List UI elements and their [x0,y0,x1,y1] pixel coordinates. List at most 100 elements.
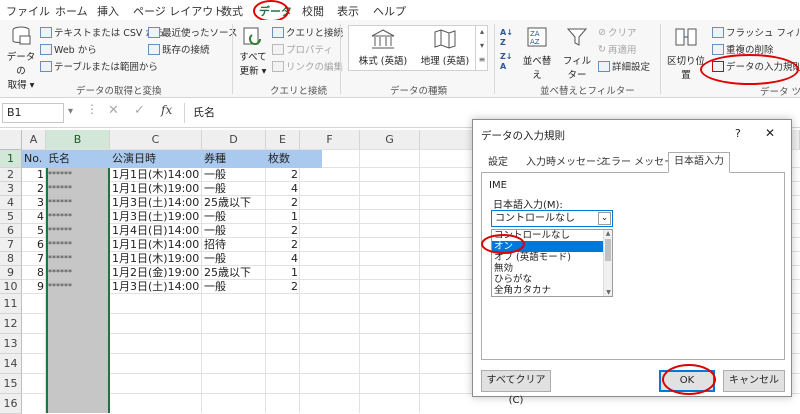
name-box-dropdown-icon[interactable]: ▾ [68,106,73,117]
cell[interactable]: 1月3日(土)14:00 [112,196,200,210]
cell[interactable]: 2 [268,168,298,182]
column-header[interactable]: A [22,130,46,150]
get-data-button[interactable]: データの 取得 ▾ [6,26,36,91]
cell[interactable]: 一般 [204,210,264,224]
column-header[interactable]: F [300,130,360,150]
cell[interactable]: 6 [24,238,44,252]
properties-button[interactable]: プロパティ [272,42,333,56]
queries-connections-button[interactable]: クエリと接続 [272,25,343,39]
clear-filter-button[interactable]: ⊘ クリア [598,25,636,40]
row-header[interactable]: 8 [0,252,22,266]
cell[interactable]: 一般 [204,168,264,182]
cell[interactable]: 1月3日(土)19:00 [112,210,200,224]
cell[interactable]: 1月1日(木)14:00 [112,238,200,252]
cell[interactable]: No. [24,150,44,168]
cancel-button[interactable]: キャンセル [723,370,785,392]
geography-button[interactable]: 地理 (英語) [414,28,476,67]
scroll-up-icon[interactable]: ▲ [604,230,612,237]
row-header[interactable]: 9 [0,266,22,280]
reapply-button[interactable]: ↻ 再適用 [598,42,636,57]
cell[interactable]: ****** [48,280,108,294]
clear-all-button[interactable]: すべてクリア(C) [481,370,551,406]
sort-button[interactable]: ZA AZ 並べ替え [522,26,552,81]
column-header[interactable]: E [266,130,300,150]
web-button[interactable]: Web から [40,42,97,56]
cell[interactable]: 9 [24,280,44,294]
cell[interactable]: 4 [268,182,298,196]
cancel-icon[interactable]: ✕ [108,103,119,118]
tab-view[interactable]: 表示 [337,3,359,19]
tab-page-layout[interactable]: ページ レイアウト [133,3,224,19]
tab-formulas[interactable]: 数式 [221,3,243,19]
cell[interactable]: ****** [48,210,108,224]
cell[interactable]: 5 [24,224,44,238]
row-header[interactable]: 16 [0,394,22,414]
cell[interactable]: 3 [24,196,44,210]
column-header[interactable]: C [110,130,202,150]
cell[interactable]: ****** [48,252,108,266]
cell[interactable]: 7 [24,252,44,266]
list-scrollbar[interactable]: ▲ ▼ [603,230,612,296]
recent-sources-button[interactable]: 最近使ったソース [148,25,238,39]
row-header[interactable]: 6 [0,224,22,238]
help-icon[interactable]: ? [735,127,741,140]
cell[interactable]: 招待 [204,238,264,252]
cell[interactable]: 4 [268,252,298,266]
row-header[interactable]: 2 [0,168,22,182]
cell[interactable]: ****** [48,182,108,196]
cell[interactable]: 氏名 [48,150,108,168]
cell[interactable]: 1月4日(日)14:00 [112,224,200,238]
cell[interactable]: 8 [24,266,44,280]
cell[interactable]: 一般 [204,224,264,238]
tab-insert[interactable]: 挿入 [97,3,119,19]
tab-review[interactable]: 校閲 [302,3,324,19]
ime-mode-select[interactable]: コントロールなし ⌄ [491,210,613,227]
cell[interactable]: ****** [48,238,108,252]
scroll-down-icon[interactable]: ▼ [604,289,613,296]
column-header[interactable]: B [46,130,110,150]
cell[interactable]: 1 [268,210,298,224]
column-header[interactable]: G [360,130,420,150]
cell[interactable]: 1月1日(木)14:00 [112,168,200,182]
close-icon[interactable]: ✕ [765,126,775,140]
cell[interactable]: 2 [268,224,298,238]
tab-home[interactable]: ホーム [55,3,88,19]
table-range-button[interactable]: テーブルまたは範囲から [40,59,158,73]
row-header[interactable]: 5 [0,210,22,224]
cell[interactable]: ****** [48,266,108,280]
row-header[interactable]: 12 [0,314,22,334]
cell[interactable]: 2 [24,182,44,196]
cell[interactable]: 公演日時 [112,150,200,168]
text-csv-button[interactable]: テキストまたは CSV から [40,25,164,39]
list-item[interactable]: 全角カタカナ [492,285,604,296]
row-header[interactable]: 1 [0,150,22,168]
cell[interactable]: ****** [48,196,108,210]
cell[interactable]: ****** [48,168,108,182]
list-item[interactable]: ひらがな [492,274,604,285]
column-header[interactable]: D [202,130,266,150]
edit-links-button[interactable]: リンクの編集 [272,59,343,73]
cell[interactable]: 券種 [204,150,264,168]
cell[interactable]: 2 [268,280,298,294]
cell[interactable]: 25歳以下 [204,266,264,280]
row-header[interactable]: 13 [0,334,22,354]
row-header[interactable]: 14 [0,354,22,374]
cell[interactable]: 1 [268,266,298,280]
enter-icon[interactable]: ✓ [134,103,145,118]
stocks-button[interactable]: 株式 (英語) [352,28,414,67]
refresh-all-button[interactable]: すべて 更新 ▾ [238,26,268,77]
cell[interactable]: 25歳以下 [204,196,264,210]
function-icon[interactable]: fx [161,103,172,117]
flash-fill-button[interactable]: フラッシュ フィル [712,25,800,39]
list-item[interactable]: 無効 [492,263,604,274]
cell[interactable]: 4 [24,210,44,224]
row-header[interactable]: 11 [0,294,22,314]
tab-file[interactable]: ファイル [6,3,50,19]
cell[interactable]: 1月1日(木)19:00 [112,182,200,196]
name-box[interactable]: B1 [2,103,64,123]
row-header[interactable]: 7 [0,238,22,252]
gallery-scroll-icon[interactable]: ▴ ▾ ≡ [475,25,488,71]
cell[interactable]: 一般 [204,252,264,266]
row-header[interactable]: 4 [0,196,22,210]
row-header[interactable]: 3 [0,182,22,196]
